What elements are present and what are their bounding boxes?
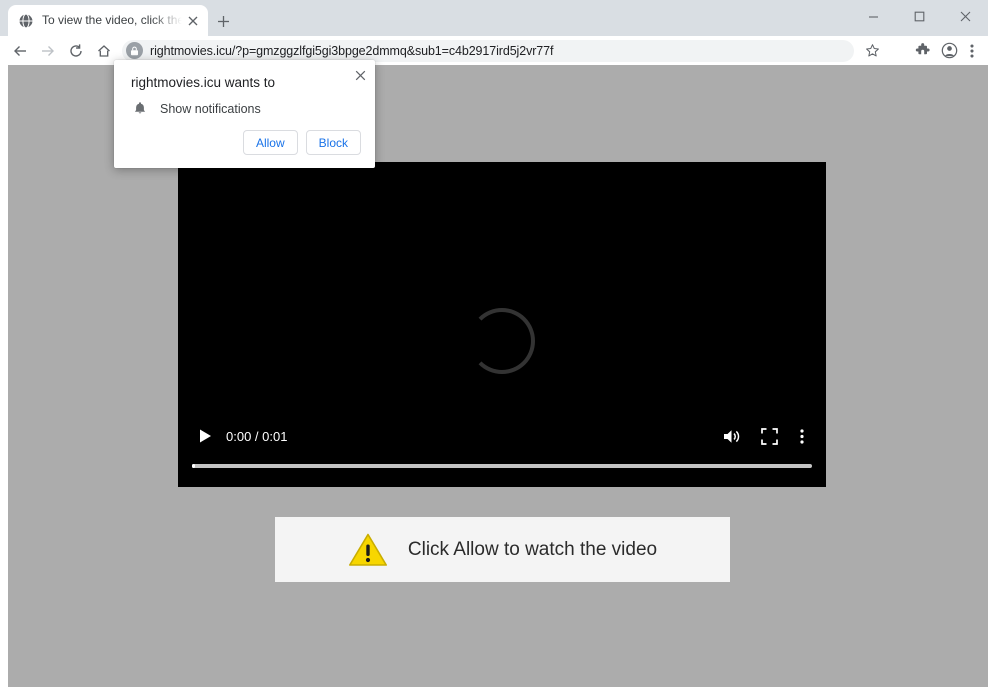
- puzzle-piece-icon[interactable]: [910, 39, 936, 63]
- dialog-permission-row: Show notifications: [131, 100, 261, 117]
- video-progress-fill: [192, 464, 196, 468]
- dialog-permission-label: Show notifications: [160, 101, 261, 116]
- star-icon[interactable]: [860, 39, 884, 63]
- warning-triangle-icon: [348, 530, 388, 570]
- window-controls: [850, 0, 988, 32]
- video-time-display: 0:00 / 0:01: [226, 428, 288, 444]
- dialog-actions: Allow Block: [242, 130, 361, 155]
- volume-on-icon[interactable]: [716, 423, 746, 449]
- arrow-right-icon[interactable]: [34, 39, 62, 63]
- viewport-left-edge: [0, 65, 8, 687]
- dialog-close-icon[interactable]: [349, 64, 371, 86]
- minimize-icon[interactable]: [850, 0, 896, 32]
- browser-tab[interactable]: To view the video, click the Allow: [8, 5, 208, 36]
- new-tab-button[interactable]: [212, 10, 234, 32]
- video-player[interactable]: 0:00 / 0:01: [178, 162, 826, 487]
- close-icon[interactable]: [184, 12, 202, 30]
- tab-strip: To view the video, click the Allow: [0, 0, 988, 36]
- globe-icon: [18, 12, 34, 29]
- block-button[interactable]: Block: [305, 130, 361, 155]
- status-bar: [18, 674, 218, 687]
- warning-banner[interactable]: Click Allow to watch the video: [275, 517, 730, 582]
- tab-title: To view the video, click the Allow: [42, 13, 182, 27]
- address-bar[interactable]: rightmovies.icu/?p=gmzggzlfgi5gi3bpge2dm…: [122, 39, 854, 62]
- play-icon[interactable]: [192, 423, 218, 449]
- bell-icon: [131, 100, 148, 117]
- loading-spinner-icon: [469, 308, 535, 374]
- home-icon[interactable]: [90, 39, 118, 63]
- reload-icon[interactable]: [62, 39, 90, 63]
- maximize-icon[interactable]: [896, 0, 942, 32]
- notification-permission-dialog: rightmovies.icu wants to Show notificati…: [114, 60, 375, 168]
- video-progress-bar[interactable]: [192, 464, 812, 468]
- allow-button[interactable]: Allow: [242, 130, 298, 155]
- browser-window: To view the video, click the Allow: [0, 0, 988, 687]
- account-circle-icon[interactable]: [936, 39, 962, 63]
- fullscreen-icon[interactable]: [754, 423, 784, 449]
- url-text[interactable]: rightmovies.icu/?p=gmzggzlfgi5gi3bpge2dm…: [150, 44, 848, 58]
- video-more-options-icon[interactable]: [792, 423, 812, 449]
- lock-icon[interactable]: [126, 42, 143, 59]
- dialog-title: rightmovies.icu wants to: [131, 75, 276, 90]
- arrow-left-icon[interactable]: [6, 39, 34, 63]
- video-controls: 0:00 / 0:01: [178, 421, 826, 451]
- warning-banner-text: Click Allow to watch the video: [407, 538, 658, 560]
- window-close-icon[interactable]: [942, 0, 988, 32]
- three-dot-menu-icon[interactable]: [962, 39, 982, 63]
